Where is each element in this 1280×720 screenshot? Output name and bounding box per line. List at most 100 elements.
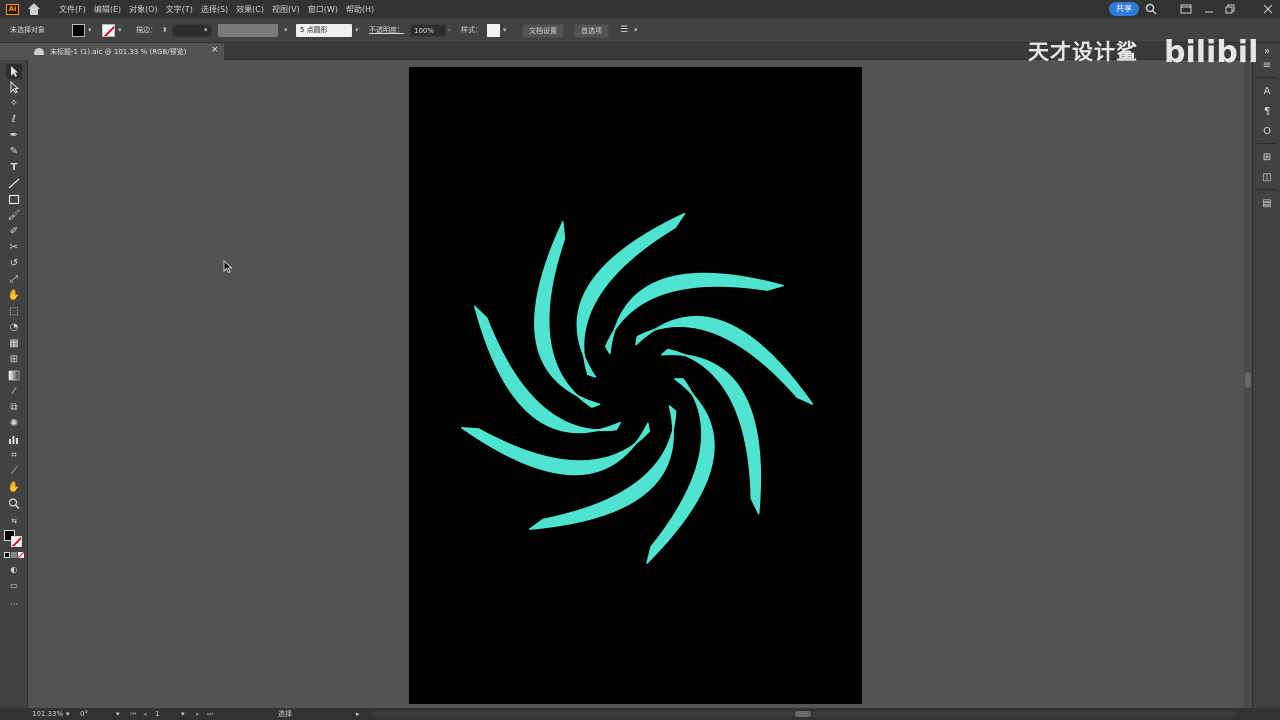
artboard-tool-icon[interactable]: ⌗ xyxy=(6,448,22,463)
menu-type[interactable]: 文字(T) xyxy=(162,4,197,15)
search-icon[interactable] xyxy=(1145,3,1157,15)
brush-chevron-icon[interactable]: ▾ xyxy=(355,24,359,37)
screen-mode-icon[interactable]: ▭ xyxy=(6,578,22,593)
free-transform-tool-icon[interactable]: ⬚ xyxy=(6,304,22,319)
more-tools-icon[interactable]: ··· xyxy=(6,598,22,613)
status-menu-arrow-icon[interactable]: ▸ xyxy=(356,708,360,720)
stroke-weight-stepper[interactable]: ⬍ xyxy=(162,24,168,37)
stroke-swatch[interactable] xyxy=(102,24,115,37)
vertical-scrollbar-thumb[interactable] xyxy=(1245,372,1251,388)
first-artboard-icon[interactable]: ⏮ xyxy=(130,708,136,720)
selection-tool-icon[interactable] xyxy=(6,64,22,79)
rotate-tool-icon[interactable]: ↺ xyxy=(6,256,22,271)
slice-tool-icon[interactable]: ⟋ xyxy=(6,464,22,479)
hand-tool-icon[interactable]: ✋ xyxy=(6,480,22,495)
line-tool-icon[interactable] xyxy=(6,176,22,191)
align-chevron-icon[interactable]: ▾ xyxy=(634,24,638,37)
menu-view[interactable]: 视图(V) xyxy=(268,4,304,15)
scissors-tool-icon[interactable]: ✂ xyxy=(6,240,22,255)
tools-panel: ✧ ℓ ✒ ✎ T 🖌 ✐ ✂ ↺ ⤢ ✋ ⬚ ◔ ▦ ⊞ ⁄ ⧉ ✺ ⌗ ⟋ … xyxy=(0,60,28,708)
style-swatch[interactable] xyxy=(487,24,500,37)
rotation-value[interactable]: 0° xyxy=(80,708,88,720)
shape-builder-tool-icon[interactable]: ◔ xyxy=(6,320,22,335)
shaper-tool-icon[interactable]: ✐ xyxy=(6,224,22,239)
gradient-tool-icon[interactable] xyxy=(6,368,22,383)
lasso-tool-icon[interactable]: ℓ xyxy=(6,112,22,127)
profile-chevron-icon[interactable]: ▾ xyxy=(284,24,288,37)
previous-artboard-icon[interactable]: ◂ xyxy=(143,708,147,720)
style-chevron-icon[interactable]: ▾ xyxy=(503,24,507,37)
properties-panel-icon[interactable]: ≡ xyxy=(1259,59,1275,73)
horizontal-scrollbar-thumb[interactable] xyxy=(795,711,811,717)
blend-tool-icon[interactable]: ⧉ xyxy=(6,400,22,415)
zoom-level[interactable]: 101.33% xyxy=(32,708,63,720)
canvas-area[interactable] xyxy=(28,60,1252,708)
minimize-icon[interactable] xyxy=(1203,3,1215,15)
mesh-tool-icon[interactable]: ⊞ xyxy=(6,352,22,367)
menu-select[interactable]: 选择(S) xyxy=(197,4,232,15)
warp-tool-icon[interactable]: ✋ xyxy=(6,288,22,303)
fill-dropdown-chevron-icon[interactable]: ▾ xyxy=(88,24,92,37)
paragraph-panel-icon[interactable]: ¶ xyxy=(1259,105,1275,119)
paintbrush-tool-icon[interactable]: 🖌 xyxy=(6,208,22,223)
brush-definition-field[interactable]: 5 点圆形 xyxy=(296,24,352,37)
vertical-scrollbar[interactable] xyxy=(1244,60,1252,708)
last-artboard-icon[interactable]: ⏭ xyxy=(207,708,213,720)
stroke-weight-label: 描边： xyxy=(136,26,157,34)
arrange-documents-icon[interactable] xyxy=(1180,3,1192,15)
direct-selection-tool-icon[interactable] xyxy=(6,80,22,95)
stroke-weight-chevron-icon[interactable]: ▾ xyxy=(204,24,208,37)
perspective-grid-tool-icon[interactable]: ▦ xyxy=(6,336,22,351)
pathfinder-panel-icon[interactable]: ◫ xyxy=(1259,171,1275,185)
artboard[interactable] xyxy=(409,67,862,704)
document-setup-button[interactable]: 文档设置 xyxy=(522,24,564,38)
opacity-label[interactable]: 不透明度： xyxy=(369,24,404,37)
stroke-dropdown-chevron-icon[interactable]: ▾ xyxy=(118,24,122,37)
menu-file[interactable]: 文件(F) xyxy=(55,4,90,15)
magic-wand-tool-icon[interactable]: ✧ xyxy=(6,96,22,111)
opentype-panel-icon[interactable]: O xyxy=(1259,125,1275,139)
document-tab-close-icon[interactable]: × xyxy=(211,45,219,55)
artboard-number[interactable]: 1 xyxy=(155,708,159,720)
opacity-field[interactable]: 100% xyxy=(410,24,446,37)
menu-window[interactable]: 窗口(W) xyxy=(304,4,342,15)
color-mode-buttons[interactable] xyxy=(4,552,24,558)
next-artboard-icon[interactable]: ▸ xyxy=(196,708,200,720)
close-icon[interactable] xyxy=(1262,3,1274,15)
column-graph-tool-icon[interactable] xyxy=(6,432,22,447)
rotation-chevron-icon[interactable]: ▾ xyxy=(116,708,120,720)
zoom-tool-icon[interactable] xyxy=(6,496,22,511)
menu-edit[interactable]: 编辑(E) xyxy=(90,4,125,15)
swirl-stroke xyxy=(544,233,595,408)
character-panel-icon[interactable]: A xyxy=(1259,85,1275,99)
drawing-mode-icon[interactable]: ◐ xyxy=(6,562,22,577)
curvature-tool-icon[interactable]: ✎ xyxy=(6,144,22,159)
eyedropper-tool-icon[interactable]: ⁄ xyxy=(6,384,22,399)
scale-tool-icon[interactable]: ⤢ xyxy=(6,272,22,287)
rectangle-tool-icon[interactable] xyxy=(6,192,22,207)
home-icon[interactable] xyxy=(27,2,41,16)
menu-help[interactable]: 帮助(H) xyxy=(342,4,378,15)
pen-tool-icon[interactable]: ✒ xyxy=(6,128,22,143)
document-tab[interactable]: 未标题-1 (1).aic @ 101.33 % (RGB/预览) × xyxy=(28,43,224,60)
fill-swatch[interactable] xyxy=(72,24,85,37)
variable-width-profile[interactable] xyxy=(218,24,278,37)
share-button[interactable]: 共享 xyxy=(1109,2,1139,16)
align-panel-icon[interactable]: ▤ xyxy=(1259,197,1275,211)
preferences-button[interactable]: 首选项 xyxy=(574,24,609,38)
horizontal-scrollbar[interactable] xyxy=(372,711,1236,717)
swirl-artwork[interactable] xyxy=(409,67,862,704)
restore-icon[interactable] xyxy=(1224,3,1236,15)
artboard-chevron-icon[interactable]: ▾ xyxy=(181,708,185,720)
align-options-icon[interactable]: ☰ xyxy=(620,24,628,37)
menu-effect[interactable]: 效果(C) xyxy=(232,4,268,15)
default-fill-stroke-icon[interactable]: ⇆ xyxy=(6,514,22,529)
panel-collapse-icon[interactable]: » xyxy=(1259,45,1275,59)
transform-panel-icon[interactable]: ⊞ xyxy=(1259,151,1275,165)
type-tool-icon[interactable]: T xyxy=(6,160,22,175)
fill-stroke-indicator[interactable] xyxy=(4,530,24,548)
zoom-chevron-icon[interactable]: ▾ xyxy=(66,708,70,720)
symbol-sprayer-tool-icon[interactable]: ✺ xyxy=(6,416,22,431)
opacity-chevron-icon[interactable]: › xyxy=(448,24,451,37)
menu-object[interactable]: 对象(O) xyxy=(125,4,162,15)
